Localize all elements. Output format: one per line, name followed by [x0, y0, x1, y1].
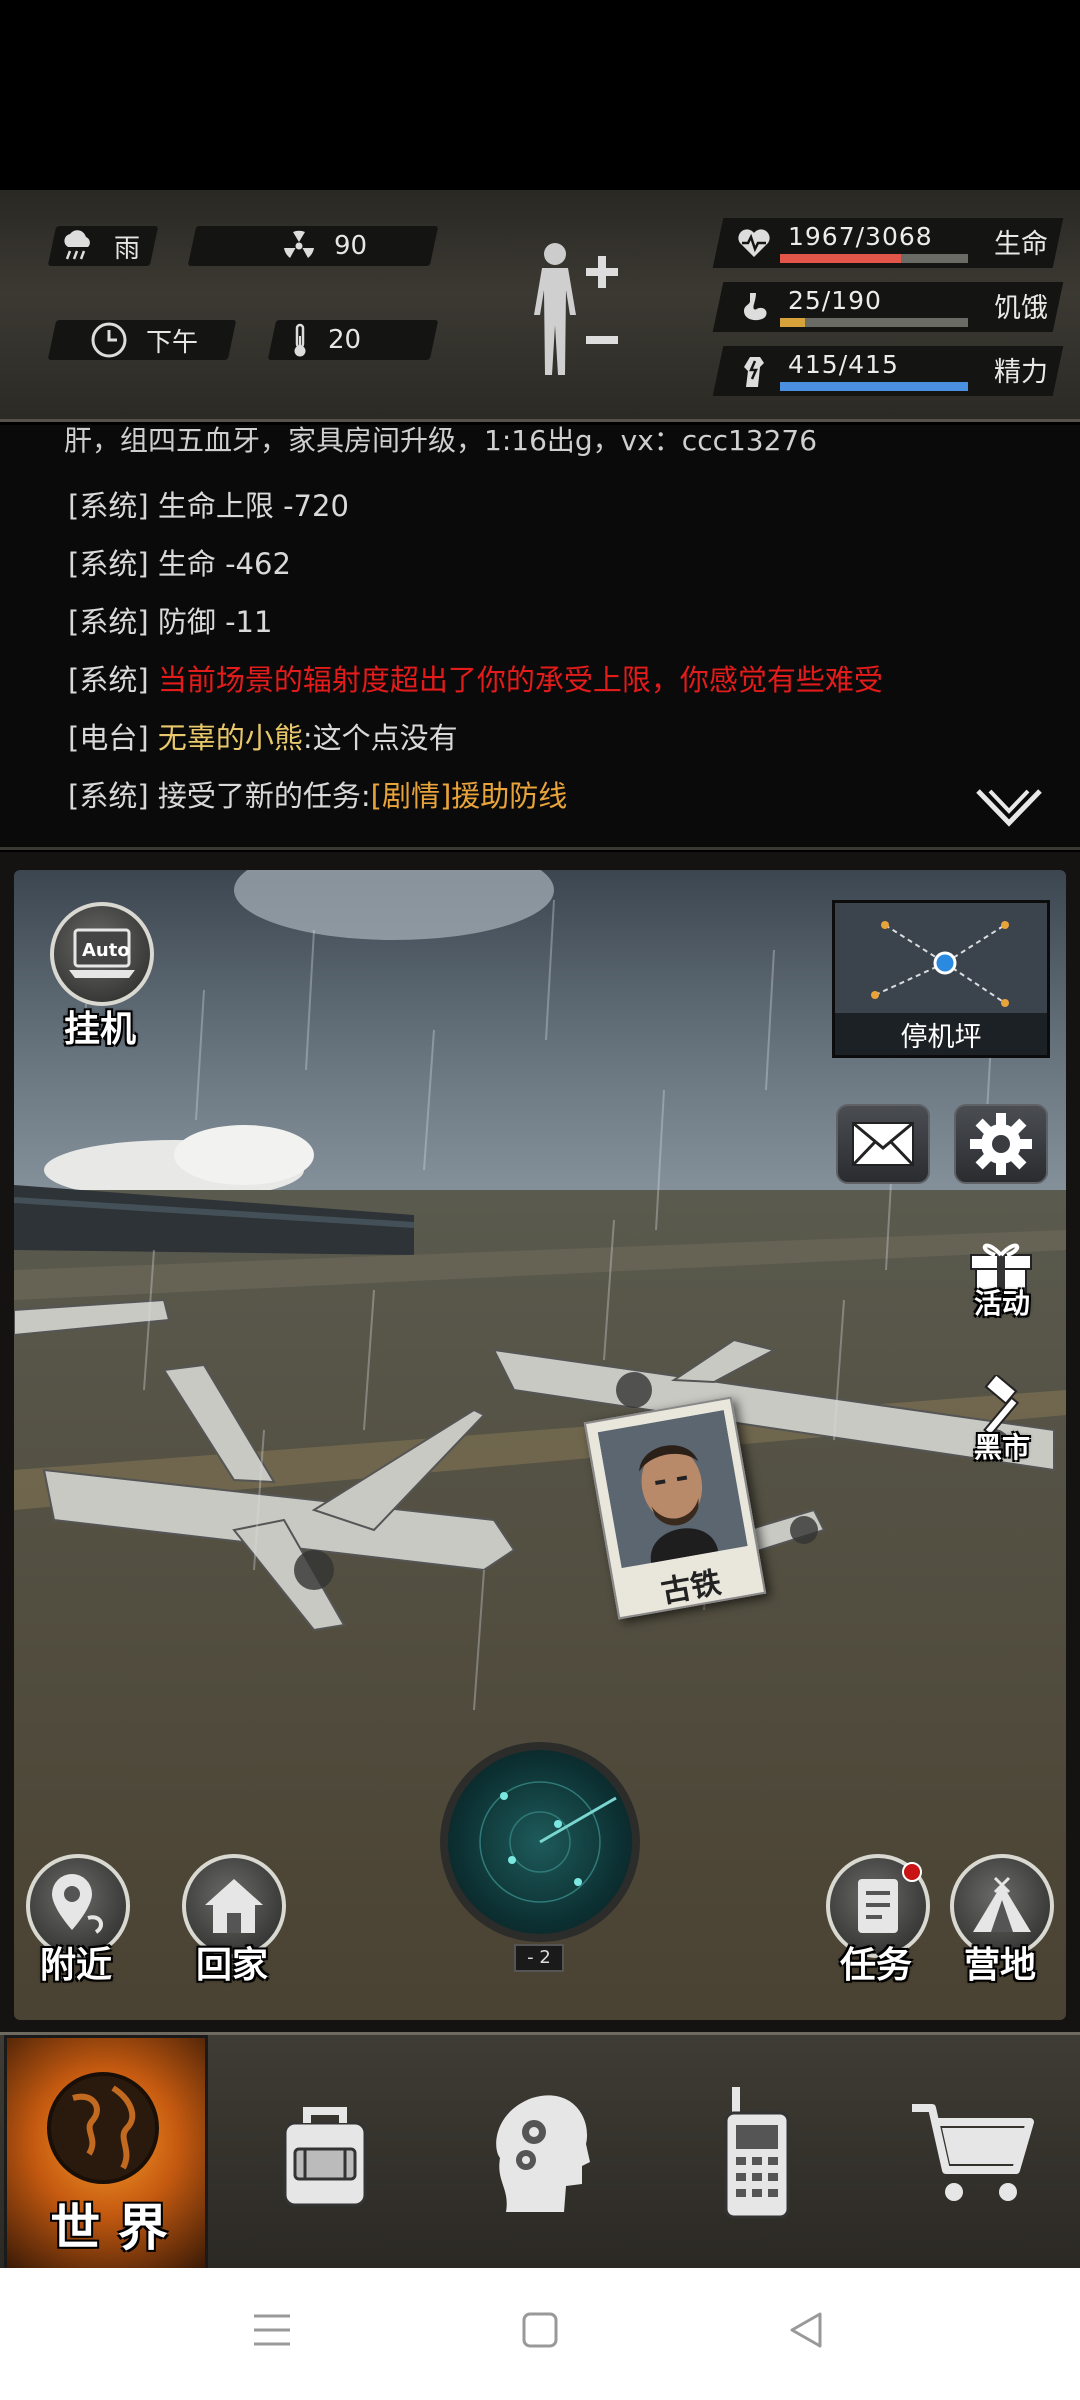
nav-skills-tab[interactable]: [436, 2035, 646, 2271]
game-screen: 雨 90 下午 20 1967/3068 生命 25/190 饥饿 415/41…: [0, 0, 1080, 2400]
quest-label: 任务: [840, 1945, 913, 1986]
log-sender: 无辜的小熊: [157, 721, 303, 755]
walkie-talkie-icon: [724, 2087, 790, 2219]
thermometer-icon: [294, 323, 306, 357]
weather-indicator: 雨: [60, 226, 140, 266]
auto-idle-button[interactable]: Auto: [50, 902, 154, 1006]
house-icon: [205, 1879, 263, 1933]
radar-scanner[interactable]: [440, 1742, 640, 1942]
nav-radio-tab[interactable]: [652, 2035, 862, 2271]
backpack-icon: [283, 2107, 367, 2207]
time-indicator: 下午: [90, 320, 198, 360]
temperature-indicator: 20: [290, 320, 361, 360]
mail-button[interactable]: [836, 1104, 930, 1184]
gear-icon: [970, 1113, 1032, 1175]
black-market-label: 黑市: [974, 1431, 1031, 1464]
radiation-value: 90: [334, 231, 368, 261]
health-label: 生命: [994, 229, 1048, 260]
time-value: 下午: [146, 327, 199, 358]
weather-value: 雨: [114, 233, 141, 264]
radar-level: - 2: [514, 1944, 564, 1972]
nearby-label: 附近: [40, 1945, 113, 1986]
log-text: :这个点没有: [302, 721, 458, 755]
back-system-icon[interactable]: [786, 2310, 826, 2350]
log-warning-text: 当前场景的辐射度超出了你的承受上限，你感觉有些难受: [157, 663, 883, 697]
log-line-1: [系统] 生命上限 -720: [68, 483, 349, 525]
log-tag: [系统]: [68, 547, 149, 581]
location-name: 停机坪: [900, 1022, 982, 1053]
log-text: 接受了新的任务:: [157, 779, 371, 813]
energy-value: 415/415: [788, 350, 899, 379]
log-line-3: [系统] 防御 -11: [68, 599, 272, 641]
message-log[interactable]: 肝，组四五血牙，家具房间升级，1:16出g，vx：ccc13276 [系统] 生…: [0, 425, 1080, 850]
log-text: 生命 -462: [157, 547, 291, 581]
world-scene: Auto 挂机 停机坪 活动 黑市 古铁 - 2 附近 回家 任务 营地: [0, 852, 1080, 2032]
temperature-value: 20: [328, 325, 362, 355]
log-tag: [系统]: [68, 663, 149, 697]
nav-shop-tab[interactable]: [868, 2035, 1078, 2271]
home-label: 回家: [196, 1945, 269, 1986]
body-figure-icon: [534, 243, 576, 375]
energy-fist-icon: [744, 357, 764, 387]
hunger-label: 饥饿: [994, 293, 1048, 324]
log-line-5: [电台] 无辜的小熊:这个点没有: [68, 715, 458, 757]
log-text: 防御 -11: [157, 605, 273, 639]
log-line-4: [系统] 当前场景的辐射度超出了你的承受上限，你感觉有些难受: [68, 657, 883, 699]
log-text: 生命上限 -720: [157, 489, 349, 523]
hunger-fill: [780, 318, 805, 327]
camp-label: 营地: [964, 1945, 1037, 1986]
nav-world-tab[interactable]: 世 界: [4, 2035, 208, 2271]
system-navigation-bar: [0, 2268, 1080, 2400]
energy-bar: 415/415 精力: [712, 346, 1064, 396]
log-quest-name: [剧情]援助防线: [370, 779, 568, 813]
home-system-icon[interactable]: [520, 2310, 560, 2350]
npc-face-icon: [597, 1410, 748, 1569]
map-route-icon: [835, 903, 1047, 1013]
shopping-cart-icon: [912, 2104, 1034, 2201]
location-pin-icon: [52, 1874, 104, 1934]
settings-button[interactable]: [954, 1104, 1048, 1184]
energy-fill: [780, 382, 968, 391]
bottom-navigation: 世 界: [0, 2032, 1080, 2271]
auto-button-text: Auto: [82, 940, 130, 961]
nav-world-label: 世 界: [50, 2199, 168, 2257]
log-line-6: [系统] 接受了新的任务:[剧情]援助防线: [68, 773, 567, 815]
log-tag: [系统]: [68, 605, 149, 639]
energy-label: 精力: [994, 357, 1048, 388]
head-gears-icon: [496, 2095, 590, 2212]
hunger-bar: 25/190 饥饿: [712, 282, 1064, 332]
radar-sweep-icon: [479, 1781, 617, 1903]
stomach-icon: [744, 293, 767, 321]
log-line-0: 肝，组四五血牙，家具房间升级，1:16出g，vx：ccc13276: [64, 425, 817, 459]
globe-icon: [47, 2072, 159, 2184]
health-fill: [780, 254, 901, 263]
clock-icon: [91, 322, 127, 358]
activity-label: 活动: [974, 1287, 1031, 1320]
rain-icon: [64, 230, 90, 260]
hunger-value: 25/190: [788, 286, 882, 315]
collapse-log-chevron-icon[interactable]: [974, 785, 1044, 835]
radiation-indicator: 90: [282, 226, 367, 266]
quest-notification-dot: [902, 1862, 922, 1882]
quest-scroll-icon: [858, 1879, 898, 1933]
log-tag: [系统]: [68, 489, 149, 523]
character-equipment-button[interactable]: [520, 240, 630, 390]
plus-icon: [586, 256, 618, 288]
log-tag: [电台]: [68, 721, 149, 755]
log-line-2: [系统] 生命 -462: [68, 541, 291, 583]
radiation-icon: [284, 230, 314, 258]
log-tag: [系统]: [68, 779, 149, 813]
auto-idle-label: 挂机: [64, 1009, 137, 1050]
health-bar: 1967/3068 生命: [712, 218, 1064, 268]
tent-icon: [973, 1876, 1031, 1932]
nav-backpack-tab[interactable]: [220, 2035, 430, 2271]
heartbeat-icon: [738, 229, 770, 257]
log-text: 肝，组四五血牙，家具房间升级，1:16出g，vx：ccc13276: [64, 425, 818, 457]
status-panel: 雨 90 下午 20 1967/3068 生命 25/190 饥饿 415/41…: [0, 190, 1080, 422]
location-map-button[interactable]: 停机坪: [832, 900, 1050, 1058]
minus-icon: [586, 336, 618, 344]
recent-apps-icon[interactable]: [252, 2310, 292, 2350]
envelope-icon: [851, 1121, 915, 1167]
health-value: 1967/3068: [788, 222, 933, 251]
